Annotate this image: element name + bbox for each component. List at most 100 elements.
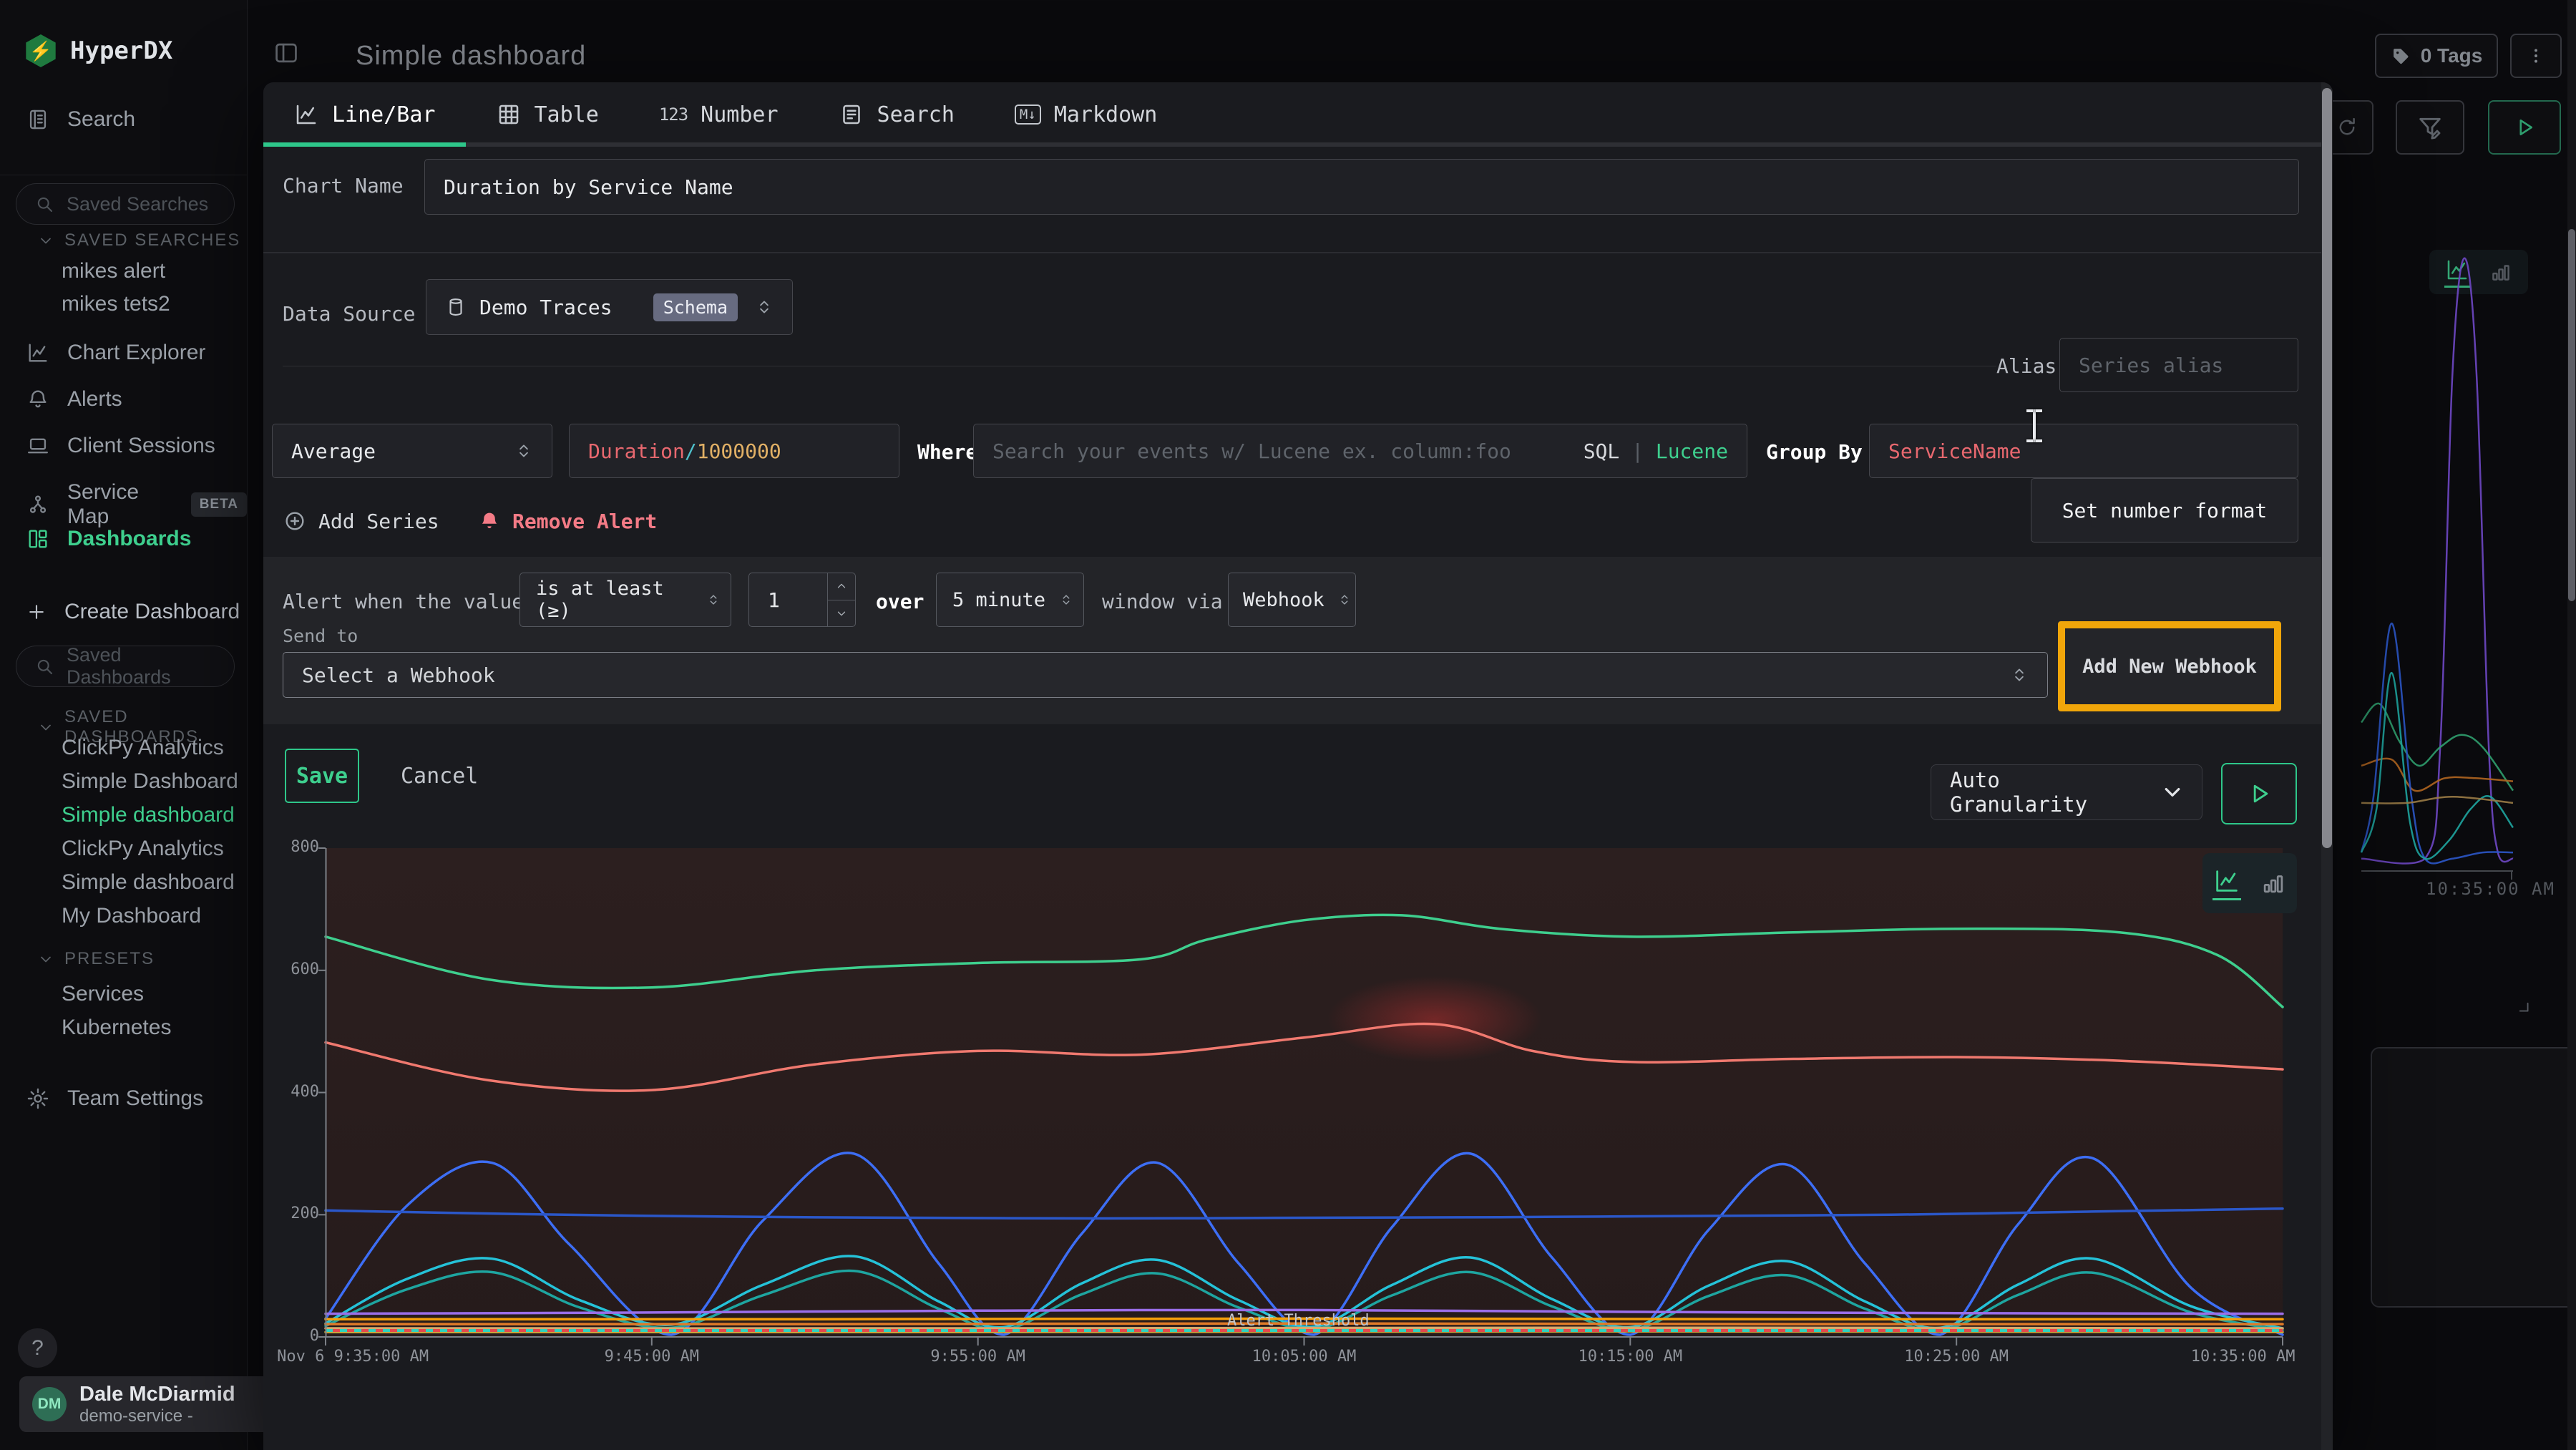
channel-select[interactable]: Webhook: [1228, 573, 1356, 627]
text-cursor: [2026, 409, 2042, 442]
tag-icon: [2391, 46, 2411, 66]
where-label: Where: [917, 440, 977, 464]
sidebar-item-alerts[interactable]: Alerts: [26, 387, 122, 412]
number-spinner[interactable]: [827, 573, 855, 626]
sql-mode-link[interactable]: SQL: [1584, 439, 1620, 463]
over-label: over: [876, 590, 924, 613]
bell-icon: [26, 387, 50, 412]
saved-dashboard-item[interactable]: Simple Dashboard: [62, 769, 238, 794]
set-number-format-label: Set number format: [2062, 499, 2268, 522]
preview-run-button[interactable]: [2221, 763, 2297, 824]
database-icon: [445, 296, 467, 318]
saved-dashboards-input[interactable]: Saved Dashboards: [16, 646, 235, 687]
table-icon: [496, 102, 522, 127]
expr-value: 1000000: [697, 439, 781, 463]
app-root: Simple dashboard 0 Tags 10:35:00 AM ⚡ Hy…: [0, 0, 2576, 1450]
laptop-icon: [26, 434, 50, 458]
tab-markdown[interactable]: M↓Markdown: [985, 82, 1187, 147]
sidebar-item-dashboards[interactable]: Dashboards: [26, 527, 191, 551]
line-chart-icon[interactable]: [2212, 867, 2241, 900]
saved-dashboard-item[interactable]: My Dashboard: [62, 904, 201, 928]
modal-scrollbar[interactable]: [2321, 82, 2333, 1450]
sidebar-item-label: Service Map: [67, 480, 174, 529]
save-button[interactable]: Save: [285, 749, 359, 803]
page-scrollbar[interactable]: [2567, 0, 2576, 1450]
tab-number[interactable]: 123Number: [629, 82, 809, 147]
lucene-mode-link[interactable]: Lucene: [1656, 439, 1728, 463]
sidebar-item-service-map[interactable]: Service MapBETA: [26, 480, 247, 529]
alias-label: Alias: [1996, 354, 2052, 378]
preset-item[interactable]: Kubernetes: [62, 1016, 171, 1040]
bg-panel: [2371, 1047, 2576, 1308]
threshold-number-input[interactable]: 1: [748, 573, 856, 627]
tab-line-bar[interactable]: Line/Bar: [263, 82, 466, 147]
field-expression-input[interactable]: Duration/1000000: [569, 424, 899, 478]
tab-table[interactable]: Table: [466, 82, 629, 147]
chevron-down-icon: [37, 950, 54, 968]
sidebar-item-label: Dashboards: [67, 527, 191, 551]
tags-button[interactable]: 0 Tags: [2375, 34, 2498, 78]
search-icon: [34, 193, 55, 215]
group-by-input[interactable]: ServiceName: [1869, 424, 2298, 478]
add-new-webhook-button[interactable]: Add New Webhook: [2058, 621, 2281, 711]
expr-operator: /: [685, 439, 697, 463]
cancel-button[interactable]: Cancel: [401, 764, 478, 789]
markdown-icon: M↓: [1015, 104, 1041, 125]
channel-value: Webhook: [1243, 589, 1324, 611]
bar-chart-icon[interactable]: [2260, 870, 2287, 897]
create-dashboard-button[interactable]: Create Dashboard: [26, 600, 240, 624]
window-select[interactable]: 5 minute: [936, 573, 1084, 627]
preset-item[interactable]: Services: [62, 982, 144, 1006]
saved-searches-section[interactable]: SAVED SEARCHES: [37, 230, 240, 250]
saved-dashboard-item[interactable]: ClickPy Analytics: [62, 736, 224, 760]
sidebar-item-chart-explorer[interactable]: Chart Explorer: [26, 341, 205, 365]
add-new-webhook-label: Add New Webhook: [2082, 656, 2257, 678]
granularity-value: Auto Granularity: [1950, 768, 2149, 817]
remove-alert-button[interactable]: Remove Alert: [478, 501, 657, 541]
help-button[interactable]: ?: [18, 1328, 57, 1368]
chart-name-value: Duration by Service Name: [444, 175, 733, 199]
presets-section[interactable]: PRESETS: [37, 949, 155, 969]
saved-search-item[interactable]: mikes alert: [62, 259, 165, 283]
select-chevrons-icon: [1337, 588, 1352, 612]
saved-search-item[interactable]: mikes tets2: [62, 292, 170, 316]
data-source-select[interactable]: Demo Traces Schema: [426, 279, 793, 335]
select-chevrons-icon: [514, 439, 533, 463]
alias-placeholder: Series alias: [2079, 354, 2223, 377]
set-number-format-button[interactable]: Set number format: [2031, 478, 2298, 542]
modal-tabs-bar: Line/BarTable123NumberSearchM↓Markdown: [263, 82, 2333, 147]
saved-dashboard-item[interactable]: Simple dashboard: [62, 803, 235, 827]
comparator-value: is at least (≥): [536, 578, 693, 622]
aggregation-select[interactable]: Average: [272, 424, 552, 478]
chart-name-input[interactable]: Duration by Service Name: [424, 159, 2299, 215]
granularity-select[interactable]: Auto Granularity: [1931, 764, 2202, 820]
alias-input[interactable]: Series alias: [2059, 338, 2298, 392]
sidebar-item-label: Search: [67, 107, 135, 132]
sidebar-item-label: Chart Explorer: [67, 341, 205, 365]
kebab-menu-icon: [2527, 47, 2545, 65]
add-series-button[interactable]: Add Series: [283, 501, 439, 541]
sidebar-item-team-settings[interactable]: Team Settings: [26, 1086, 203, 1111]
saved-dashboard-item[interactable]: Simple dashboard: [62, 870, 235, 895]
sidebar-item-search[interactable]: Search: [26, 107, 135, 132]
saved-searches-input[interactable]: Saved Searches: [16, 183, 235, 225]
filter-button[interactable]: [2396, 100, 2464, 155]
play-icon: [2512, 115, 2537, 140]
send-to-label: Send to: [283, 626, 358, 646]
sidebar-collapse-button[interactable]: [270, 37, 302, 69]
brand-logo[interactable]: ⚡ HyperDX: [24, 34, 172, 67]
sidebar-item-client-sessions[interactable]: Client Sessions: [26, 434, 215, 458]
saved-dashboard-item[interactable]: ClickPy Analytics: [62, 837, 224, 861]
chevron-down-icon: [37, 719, 54, 736]
comparator-select[interactable]: is at least (≥): [519, 573, 731, 627]
webhook-select[interactable]: Select a Webhook: [283, 652, 2048, 698]
chart-type-toggle[interactable]: [2202, 853, 2297, 913]
more-menu-button[interactable]: [2510, 34, 2562, 78]
resize-handle-icon[interactable]: [2513, 996, 2532, 1015]
events-search-input[interactable]: Search your events w/ Lucene ex. column:…: [973, 424, 1747, 478]
run-query-button[interactable]: [2488, 100, 2561, 155]
circle-plus-icon: [283, 509, 307, 533]
tab-search[interactable]: Search: [809, 82, 985, 147]
create-dashboard-label: Create Dashboard: [64, 600, 240, 624]
chevron-down-icon: [37, 232, 54, 249]
